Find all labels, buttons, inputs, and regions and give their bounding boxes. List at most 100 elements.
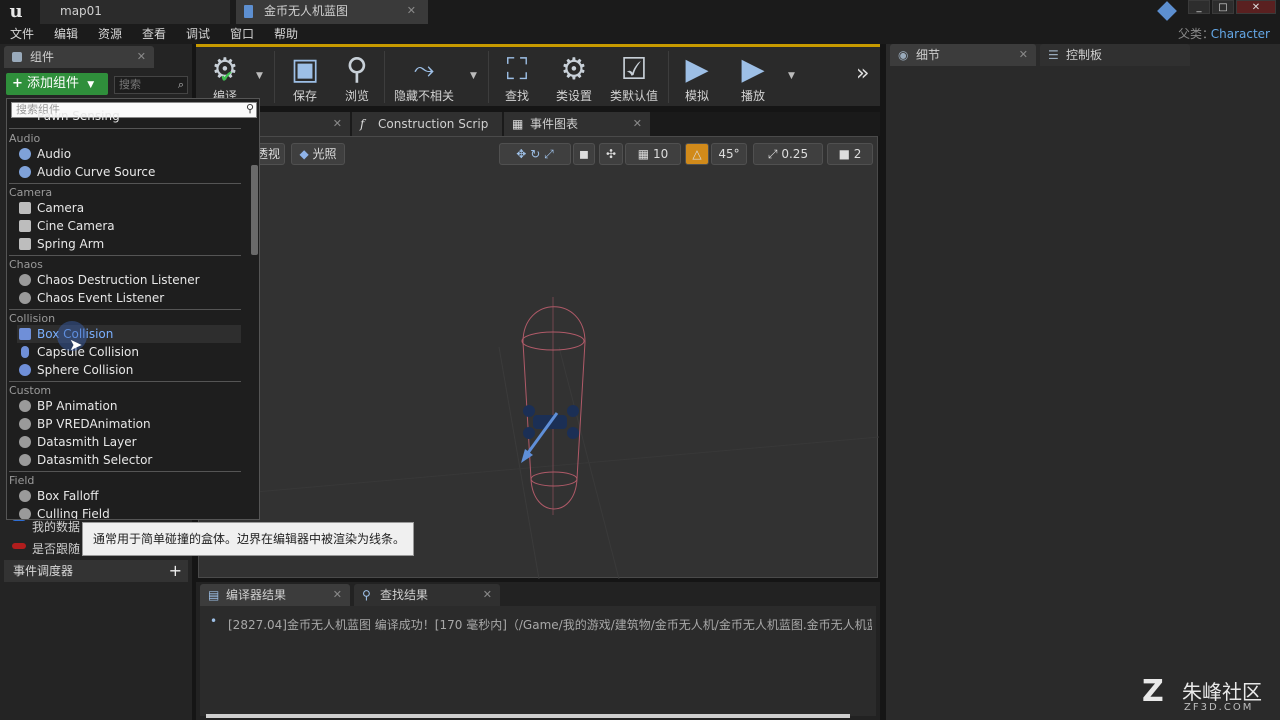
compile-button[interactable]: ⚙ ✔ 编译 — [200, 47, 250, 105]
category-camera: Camera — [9, 186, 53, 199]
chevron-down-icon[interactable]: ▼ — [256, 71, 263, 81]
component-item-spring-arm[interactable]: Spring Arm — [17, 235, 241, 253]
component-item-camera[interactable]: Camera — [17, 199, 241, 217]
transform-tools[interactable]: ✥ ↻ ⤢ — [499, 143, 571, 165]
close-icon[interactable]: ✕ — [483, 584, 492, 606]
sphere-collision-icon — [19, 364, 31, 376]
menu-assets[interactable]: 资源 — [98, 24, 122, 44]
browse-button[interactable]: ⚲ 浏览 — [332, 47, 382, 105]
menu-view[interactable]: 查看 — [142, 24, 166, 44]
grid-snap-button[interactable]: ▦ 10 — [625, 143, 681, 165]
toolbar-separator — [274, 51, 275, 103]
surface-snap-button[interactable]: ✣ — [599, 143, 623, 165]
component-item-chaos-event-listener[interactable]: Chaos Event Listener — [17, 289, 241, 307]
close-icon[interactable]: ✕ — [137, 46, 146, 68]
tab-find-results[interactable]: ⚲ 查找结果 ✕ — [354, 584, 500, 606]
item-label: Audio — [37, 147, 72, 161]
item-label: Capsule Collision — [37, 345, 139, 359]
tab-blueprint[interactable]: 金币无人机蓝图 ✕ — [236, 0, 428, 24]
item-label: Chaos Event Listener — [37, 291, 165, 305]
component-item-bp-vredanimation[interactable]: BP VREDAnimation — [17, 415, 241, 433]
tab-event-graph[interactable]: ▦ 事件图表 ✕ — [504, 112, 650, 136]
lighting-button[interactable]: ◆ 光照 — [291, 143, 345, 165]
menu-bar: 文件 编辑 资源 查看 调试 窗口 帮助 父类： Character — [0, 24, 1280, 44]
parent-class-link[interactable]: Character — [1211, 24, 1270, 44]
scale-snap-button[interactable]: ⤢ 0.25 — [753, 143, 823, 165]
divider — [9, 183, 241, 184]
dropdown-scrollbar[interactable] — [251, 165, 258, 255]
cube-icon: ◼ — [579, 147, 589, 161]
chevron-down-icon[interactable]: ▼ — [470, 71, 477, 81]
tab-viewport[interactable]: ✕ — [258, 112, 350, 136]
component-item-cine-camera[interactable]: Cine Camera — [17, 217, 241, 235]
rotate-icon[interactable]: ↻ — [530, 147, 540, 161]
close-icon[interactable]: ✕ — [333, 112, 342, 136]
scale-icon[interactable]: ⤢ — [544, 147, 554, 161]
close-icon[interactable]: ✕ — [333, 584, 342, 606]
capsule-drone-preview — [521, 297, 586, 515]
chevron-down-icon[interactable]: ▼ — [788, 71, 795, 81]
angle-icon: △ — [692, 147, 702, 161]
tab-map01[interactable]: map01 — [40, 0, 230, 24]
simulate-button[interactable]: ▶ 模拟 — [672, 47, 722, 105]
class-defaults-button[interactable]: ☑ 类默认值 — [604, 47, 664, 105]
tab-construction-script[interactable]: f Construction Scrip — [352, 112, 502, 136]
audio-icon — [19, 148, 31, 160]
save-label: 保存 — [292, 89, 317, 103]
add-component-button[interactable]: + 添加组件 ▼ — [6, 73, 108, 95]
rotation-snap-value: 45° — [718, 147, 740, 161]
hide-unrelated-button[interactable]: ⤳ 隐藏不相关 — [388, 47, 460, 105]
menu-debug[interactable]: 调试 — [186, 24, 210, 44]
camera-icon — [19, 202, 31, 214]
rotation-snap-value-button[interactable]: 45° — [711, 143, 747, 165]
camera-speed-button[interactable]: ■ 2 — [827, 143, 873, 165]
move-icon[interactable]: ✥ — [516, 147, 526, 161]
viewport[interactable]: 透视 ◆ 光照 ✥ ↻ ⤢ ◼ ✣ ▦ 10 △ 45° ⤢ 0.25 ■ 2 — [198, 136, 879, 579]
component-item-bp-animation[interactable]: BP Animation — [17, 397, 241, 415]
checklist-icon: ☑ — [620, 52, 648, 87]
components-search-input[interactable]: 搜索 ⌕ — [114, 76, 188, 94]
component-item[interactable]: Pawn Sensing — [17, 109, 241, 123]
tab-components[interactable]: 组件 ✕ — [4, 46, 154, 68]
class-settings-button[interactable]: ⚙ 类设置 — [548, 47, 600, 105]
variable-row[interactable]: 是否跟随 — [32, 540, 80, 557]
component-item-culling-field[interactable]: Culling Field — [17, 505, 241, 519]
component-item-box-falloff[interactable]: Box Falloff — [17, 487, 241, 505]
component-item-audio[interactable]: Audio — [17, 145, 241, 163]
close-icon[interactable]: ✕ — [633, 112, 642, 136]
event-dispatchers-section[interactable]: 事件调度器 + — [4, 560, 188, 582]
find-button[interactable]: ⛶ 查找 — [492, 47, 542, 105]
menu-file[interactable]: 文件 — [10, 24, 34, 44]
component-item-sphere-collision[interactable]: Sphere Collision — [17, 361, 241, 379]
rotation-snap-toggle[interactable]: △ — [685, 143, 709, 165]
component-item-capsule-collision[interactable]: Capsule Collision — [17, 343, 241, 361]
variable-row[interactable]: 我的数据 — [32, 518, 80, 535]
tab-palette[interactable]: ☰ 控制板 — [1040, 44, 1190, 66]
tab-compiler-results[interactable]: ▤ 编译器结果 ✕ — [200, 584, 350, 606]
menu-window[interactable]: 窗口 — [230, 24, 254, 44]
menu-help[interactable]: 帮助 — [274, 24, 298, 44]
component-item-chaos-destruction-listener[interactable]: Chaos Destruction Listener — [17, 271, 241, 289]
notification-icon[interactable] — [1157, 1, 1177, 21]
tab-details[interactable]: ◉ 细节 ✕ — [890, 44, 1036, 66]
component-item-datasmith-layer[interactable]: Datasmith Layer — [17, 433, 241, 451]
world-local-toggle[interactable]: ◼ — [573, 143, 595, 165]
play-button[interactable]: ▶ 播放 — [728, 47, 778, 105]
close-icon[interactable]: ✕ — [1019, 44, 1028, 66]
save-button[interactable]: ▣ 保存 — [280, 47, 330, 105]
scale-snap-icon: ⤢ — [767, 147, 778, 161]
item-label: Camera — [37, 201, 85, 215]
component-item-datasmith-selector[interactable]: Datasmith Selector — [17, 451, 241, 469]
menu-edit[interactable]: 编辑 — [54, 24, 78, 44]
close-button[interactable]: ✕ — [1236, 0, 1276, 14]
minimize-button[interactable]: _ — [1188, 0, 1210, 14]
component-item-audio-curve-source[interactable]: Audio Curve Source — [17, 163, 241, 181]
more-options-icon[interactable]: » — [856, 61, 869, 86]
maximize-button[interactable]: □ — [1212, 0, 1234, 14]
component-item-box-collision[interactable]: Box Collision — [17, 325, 241, 343]
add-icon[interactable]: + — [169, 560, 182, 582]
close-icon[interactable]: ✕ — [407, 0, 416, 22]
horizontal-scrollbar[interactable] — [206, 714, 850, 718]
compile-message[interactable]: [2827.04]金币无人机蓝图 编译成功！[170 毫秒内]（/Game/我的… — [228, 616, 872, 633]
audio-icon — [19, 166, 31, 178]
